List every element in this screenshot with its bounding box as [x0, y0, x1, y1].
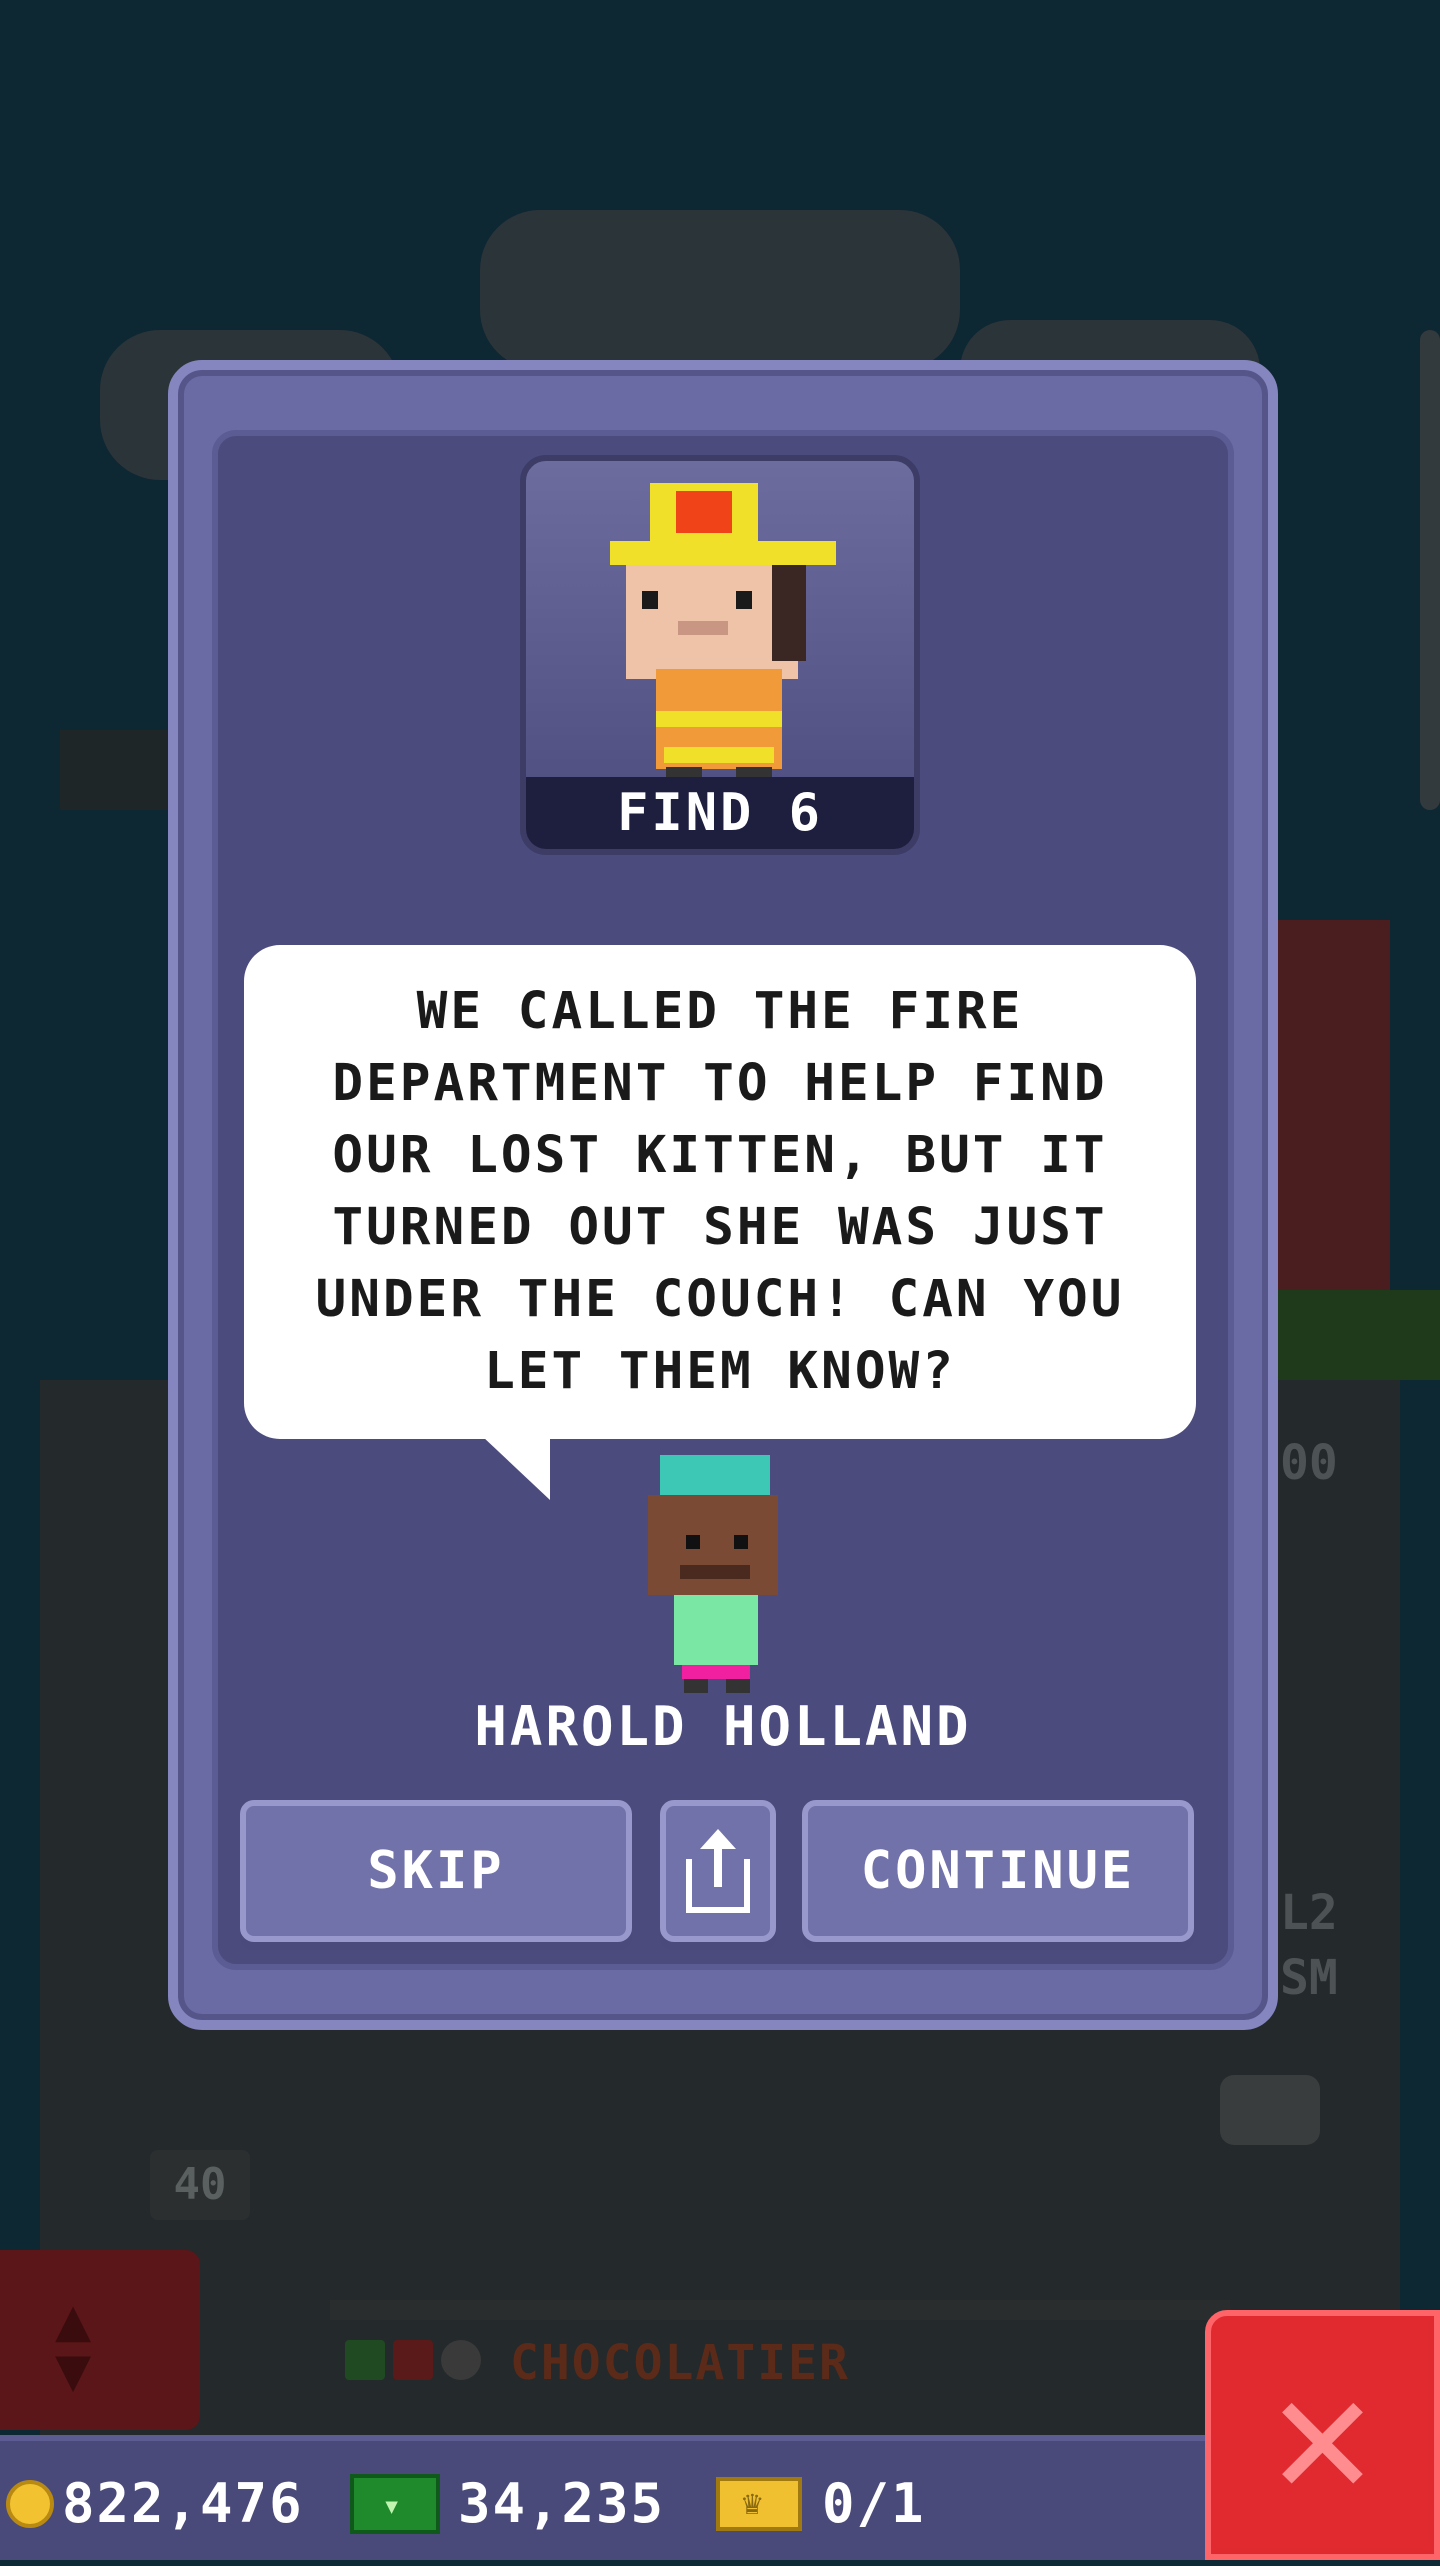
golden-ticket-icon — [716, 2476, 802, 2531]
close-button[interactable]: ✕ — [1205, 2310, 1440, 2560]
cloud — [480, 210, 960, 370]
cross-icon — [393, 2340, 433, 2380]
share-icon — [686, 1829, 750, 1913]
floor-divider — [330, 2300, 1230, 2320]
elevator-button[interactable]: ▲ ▼ — [0, 2250, 200, 2430]
antenna — [60, 730, 180, 810]
check-icon — [345, 2340, 385, 2380]
coins-counter: 822,476 — [6, 2441, 304, 2566]
up-down-arrows-icon: ▲ ▼ — [55, 2285, 92, 2405]
floor-number: 40 — [150, 2150, 250, 2220]
npc-name: HAROLD HOLLAND — [474, 1695, 972, 1758]
npc-avatar — [640, 1455, 790, 1695]
coins-value: 822,476 — [62, 2472, 304, 2535]
speech-bubble: WE CALLED THE FIRE DEPARTMENT TO HELP FI… — [244, 945, 1196, 1439]
tickets-counter: 0/1 — [716, 2441, 926, 2566]
clock-icon — [441, 2340, 481, 2380]
share-button[interactable] — [660, 1800, 776, 1942]
skip-button[interactable]: SKIP — [240, 1800, 632, 1942]
close-icon: ✕ — [1271, 2336, 1374, 2534]
target-portrait: FIND 6 — [520, 455, 920, 855]
continue-button[interactable]: CONTINUE — [802, 1800, 1194, 1942]
bux-counter: 34,235 — [350, 2441, 665, 2566]
tickets-value: 0/1 — [822, 2472, 926, 2535]
bux-icon — [350, 2473, 440, 2534]
bux-value: 34,235 — [458, 2472, 666, 2535]
grass — [1270, 1290, 1440, 1380]
barn — [1260, 920, 1390, 1340]
speech-bubble-icon — [1220, 2075, 1320, 2145]
floor-label-right: L2 — [1280, 1885, 1338, 1941]
mission-message: WE CALLED THE FIRE DEPARTMENT TO HELP FI… — [315, 982, 1125, 1401]
shop-name: CHOCOLATIER — [510, 2335, 850, 2391]
shop-status-icons — [345, 2340, 481, 2380]
objective-label: FIND 6 — [526, 777, 914, 849]
floor-label-right: 00 — [1280, 1435, 1338, 1491]
coin-icon — [6, 2479, 54, 2528]
floor-label-right: SM — [1280, 1950, 1338, 2006]
speech-bubble-tail — [482, 1436, 550, 1500]
side-scroll-tab[interactable] — [1420, 330, 1440, 810]
